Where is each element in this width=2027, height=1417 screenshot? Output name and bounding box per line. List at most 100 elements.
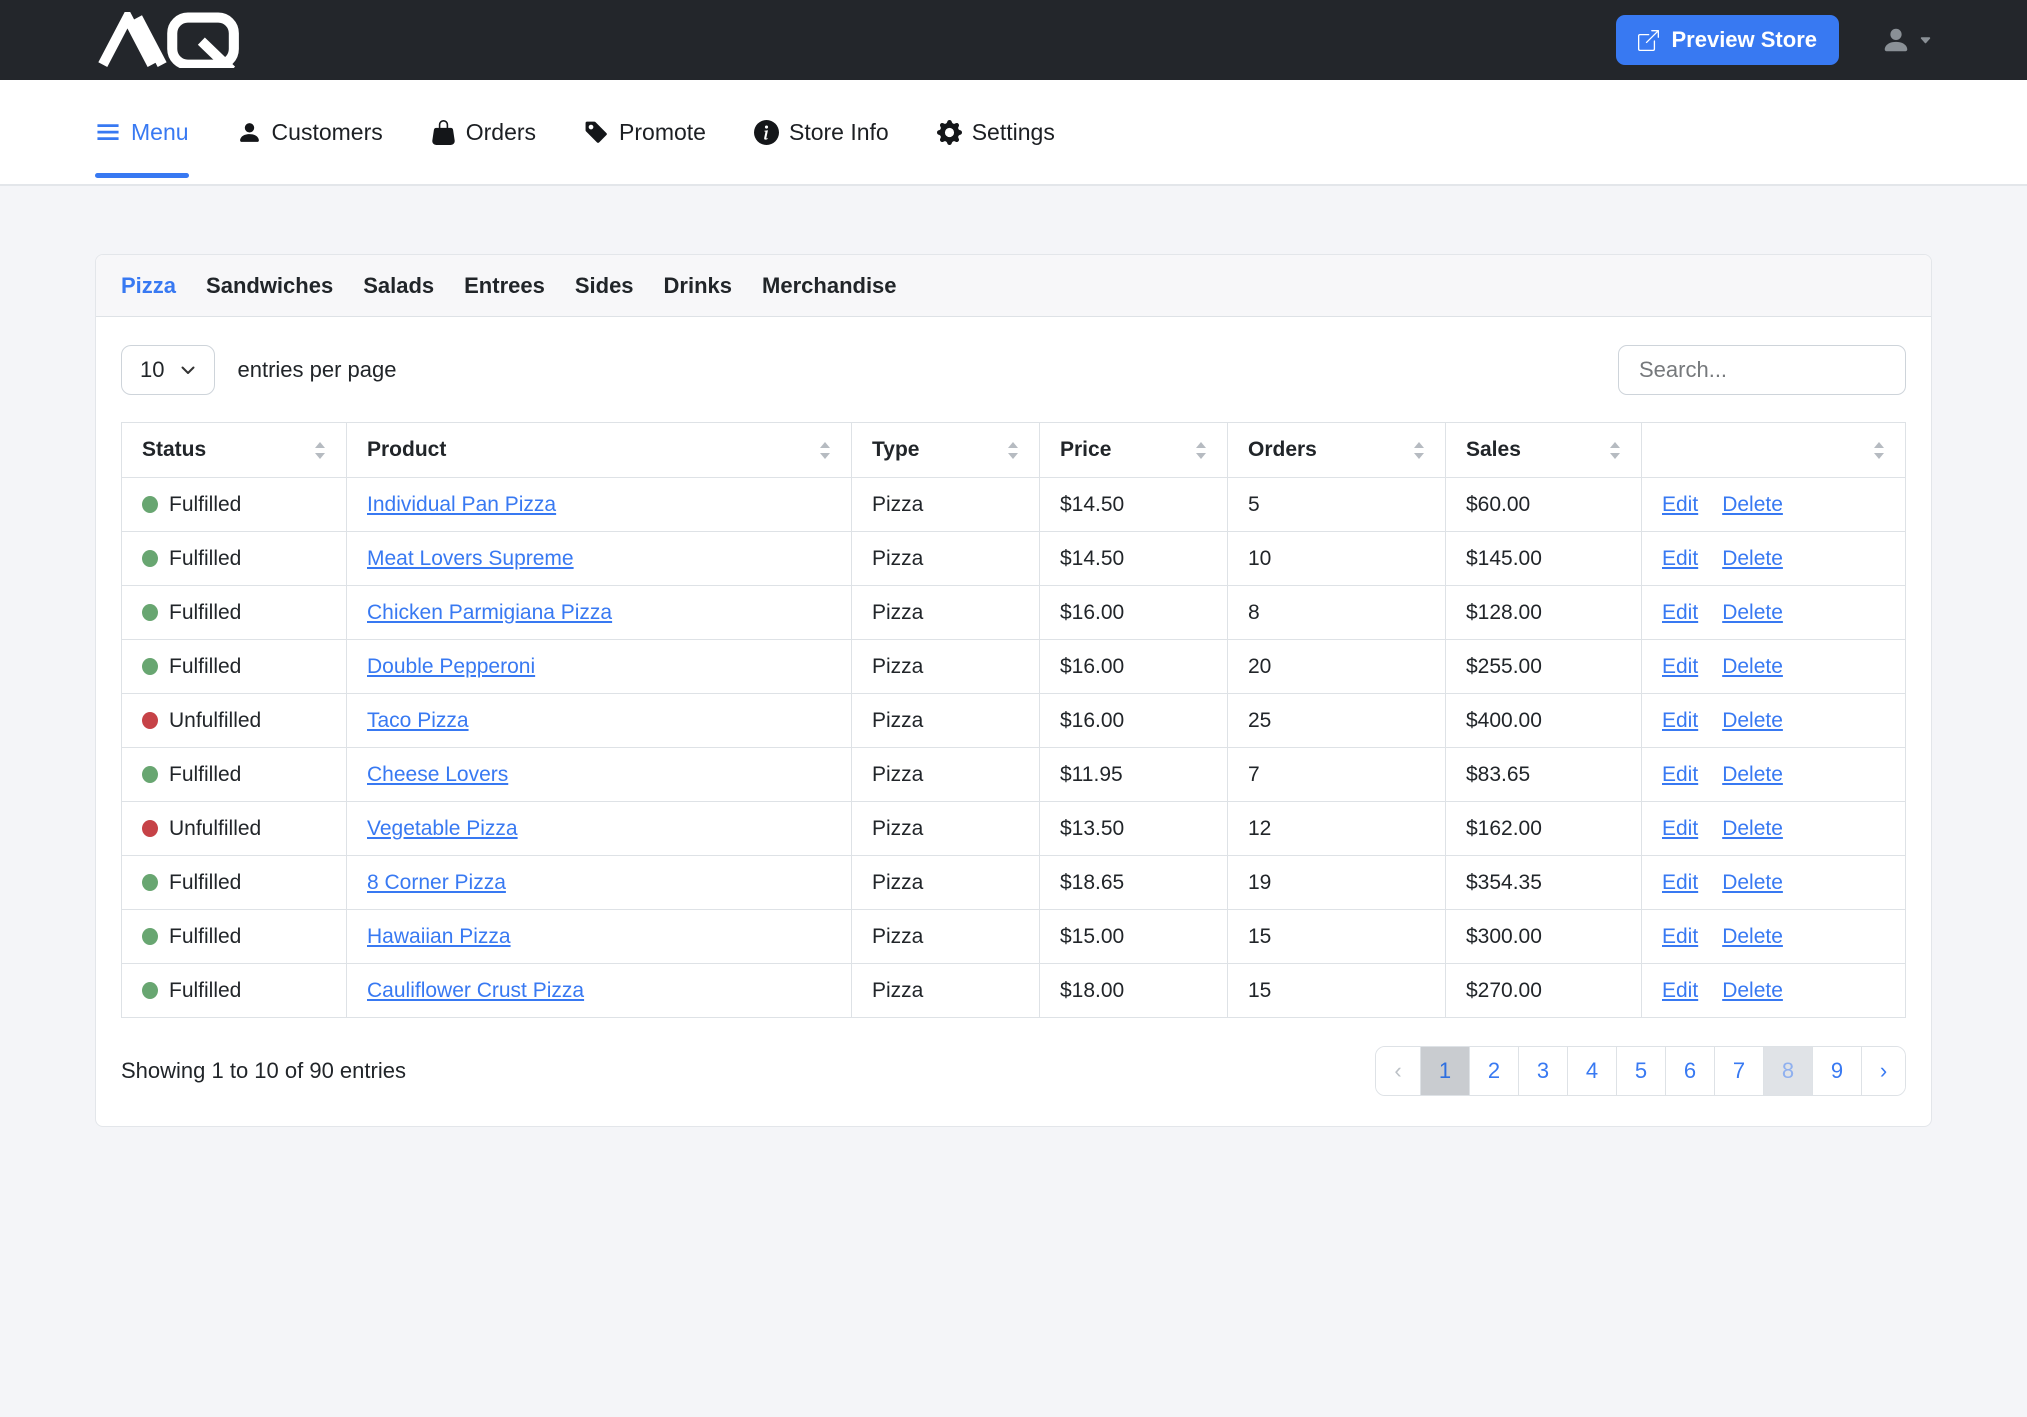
product-link[interactable]: Individual Pan Pizza xyxy=(367,493,556,516)
edit-link[interactable]: Edit xyxy=(1662,925,1698,948)
type-cell: Pizza xyxy=(852,640,1040,694)
edit-link[interactable]: Edit xyxy=(1662,763,1698,786)
table-row: Fulfilled8 Corner PizzaPizza$18.6519$354… xyxy=(122,856,1906,910)
entries-per-page-select[interactable]: 10 xyxy=(121,345,215,395)
delete-link[interactable]: Delete xyxy=(1722,601,1783,624)
delete-link[interactable]: Delete xyxy=(1722,547,1783,570)
nav-item-menu[interactable]: Menu xyxy=(95,80,189,184)
pagination-next[interactable]: › xyxy=(1861,1047,1905,1095)
pagination-page-7[interactable]: 7 xyxy=(1714,1047,1763,1095)
sort-icon xyxy=(1413,441,1425,460)
pagination-page-5[interactable]: 5 xyxy=(1616,1047,1665,1095)
column-header-actions[interactable] xyxy=(1642,423,1906,478)
tab-sandwiches[interactable]: Sandwiches xyxy=(206,273,333,299)
status-label: Fulfilled xyxy=(169,871,241,894)
caret-down-icon xyxy=(1919,34,1932,47)
edit-link[interactable]: Edit xyxy=(1662,817,1698,840)
product-link[interactable]: 8 Corner Pizza xyxy=(367,871,506,894)
actions-cell: Edit Delete xyxy=(1642,586,1906,640)
tab-drinks[interactable]: Drinks xyxy=(664,273,732,299)
product-link[interactable]: Chicken Parmigiana Pizza xyxy=(367,601,612,624)
edit-link[interactable]: Edit xyxy=(1662,655,1698,678)
column-header-price[interactable]: Price xyxy=(1040,423,1228,478)
table-row: UnfulfilledTaco PizzaPizza$16.0025$400.0… xyxy=(122,694,1906,748)
pagination-prev[interactable]: ‹ xyxy=(1376,1047,1420,1095)
type-cell: Pizza xyxy=(852,586,1040,640)
person-icon xyxy=(237,120,262,145)
edit-link[interactable]: Edit xyxy=(1662,709,1698,732)
category-tabs: Pizza Sandwiches Salads Entrees Sides Drinks M… xyxy=(96,255,1931,317)
product-cell: Taco Pizza xyxy=(347,694,852,748)
status-cell: Fulfilled xyxy=(122,586,347,640)
product-link[interactable]: Taco Pizza xyxy=(367,709,469,732)
edit-link[interactable]: Edit xyxy=(1662,871,1698,894)
delete-link[interactable]: Delete xyxy=(1722,925,1783,948)
status-cell: Fulfilled xyxy=(122,640,347,694)
actions-cell: Edit Delete xyxy=(1642,640,1906,694)
pagination-page-4[interactable]: 4 xyxy=(1567,1047,1616,1095)
price-cell: $14.50 xyxy=(1040,478,1228,532)
edit-link[interactable]: Edit xyxy=(1662,493,1698,516)
column-header-product[interactable]: Product xyxy=(347,423,852,478)
status-label: Fulfilled xyxy=(169,925,241,948)
pagination-page-9[interactable]: 9 xyxy=(1812,1047,1861,1095)
pagination-page-1[interactable]: 1 xyxy=(1420,1047,1469,1095)
showing-entries-text: Showing 1 to 10 of 90 entries xyxy=(121,1058,406,1084)
pagination-page-2[interactable]: 2 xyxy=(1469,1047,1518,1095)
orders-cell: 8 xyxy=(1228,586,1446,640)
status-label: Unfulfilled xyxy=(169,709,261,732)
tab-entrees[interactable]: Entrees xyxy=(464,273,545,299)
column-header-sales[interactable]: Sales xyxy=(1446,423,1642,478)
product-link[interactable]: Vegetable Pizza xyxy=(367,817,518,840)
actions-cell: Edit Delete xyxy=(1642,802,1906,856)
delete-link[interactable]: Delete xyxy=(1722,817,1783,840)
product-cell: Meat Lovers Supreme xyxy=(347,532,852,586)
price-cell: $15.00 xyxy=(1040,910,1228,964)
nav-item-store-info[interactable]: Store Info xyxy=(754,80,889,184)
delete-link[interactable]: Delete xyxy=(1722,493,1783,516)
actions-cell: Edit Delete xyxy=(1642,478,1906,532)
pagination-page-6[interactable]: 6 xyxy=(1665,1047,1714,1095)
delete-link[interactable]: Delete xyxy=(1722,655,1783,678)
table-row: FulfilledCauliflower Crust PizzaPizza$18… xyxy=(122,964,1906,1018)
logo[interactable] xyxy=(95,12,245,68)
sort-icon xyxy=(314,441,326,460)
product-link[interactable]: Cauliflower Crust Pizza xyxy=(367,979,584,1002)
status-dot xyxy=(142,550,158,567)
user-menu[interactable] xyxy=(1881,25,1932,55)
nav-item-promote[interactable]: Promote xyxy=(584,80,706,184)
edit-link[interactable]: Edit xyxy=(1662,601,1698,624)
actions-cell: Edit Delete xyxy=(1642,856,1906,910)
delete-link[interactable]: Delete xyxy=(1722,871,1783,894)
delete-link[interactable]: Delete xyxy=(1722,709,1783,732)
table-row: UnfulfilledVegetable PizzaPizza$13.5012$… xyxy=(122,802,1906,856)
product-link[interactable]: Double Pepperoni xyxy=(367,655,535,678)
edit-link[interactable]: Edit xyxy=(1662,979,1698,1002)
nav-item-customers[interactable]: Customers xyxy=(237,80,383,184)
tab-merchandise[interactable]: Merchandise xyxy=(762,273,897,299)
column-header-status[interactable]: Status xyxy=(122,423,347,478)
orders-cell: 12 xyxy=(1228,802,1446,856)
delete-link[interactable]: Delete xyxy=(1722,979,1783,1002)
status-dot xyxy=(142,712,158,729)
column-label: Orders xyxy=(1248,438,1317,462)
delete-link[interactable]: Delete xyxy=(1722,763,1783,786)
nav-item-settings[interactable]: Settings xyxy=(937,80,1055,184)
product-link[interactable]: Cheese Lovers xyxy=(367,763,508,786)
pagination-page-3[interactable]: 3 xyxy=(1518,1047,1567,1095)
product-link[interactable]: Meat Lovers Supreme xyxy=(367,547,574,570)
tab-sides[interactable]: Sides xyxy=(575,273,634,299)
aq-logo-icon xyxy=(95,12,245,68)
nav-item-orders[interactable]: Orders xyxy=(431,80,536,184)
type-cell: Pizza xyxy=(852,748,1040,802)
product-link[interactable]: Hawaiian Pizza xyxy=(367,925,511,948)
column-header-orders[interactable]: Orders xyxy=(1228,423,1446,478)
tab-pizza[interactable]: Pizza xyxy=(121,273,176,299)
pagination-page-8[interactable]: 8 xyxy=(1763,1047,1812,1095)
preview-store-button[interactable]: Preview Store xyxy=(1616,15,1839,65)
edit-link[interactable]: Edit xyxy=(1662,547,1698,570)
tab-salads[interactable]: Salads xyxy=(363,273,434,299)
search-input[interactable] xyxy=(1618,345,1906,395)
table-controls: 10 entries per page xyxy=(121,345,1906,395)
column-header-type[interactable]: Type xyxy=(852,423,1040,478)
